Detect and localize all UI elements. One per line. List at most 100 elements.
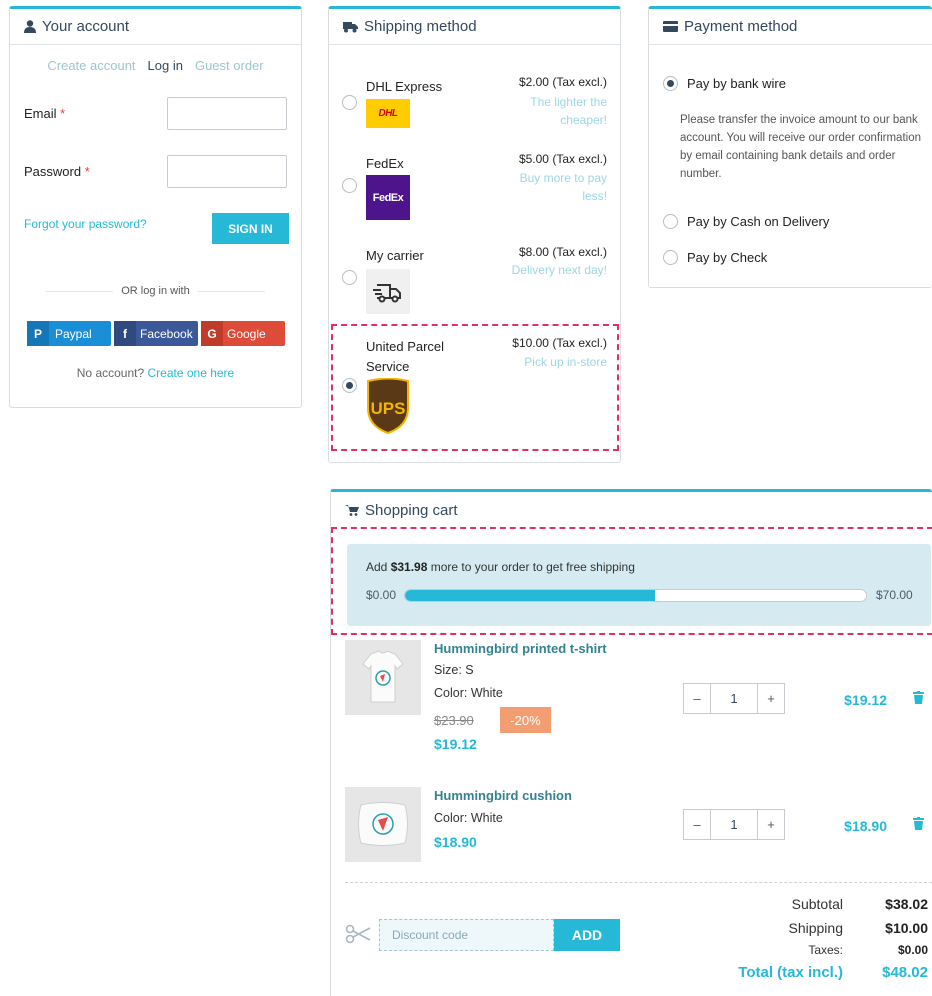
tab-log-in[interactable]: Log in — [148, 58, 183, 73]
product-price: $19.12 — [434, 736, 477, 752]
qty-input[interactable]: 1 — [710, 810, 758, 839]
progress-max-label: $70.00 — [876, 588, 913, 602]
carrier-radio[interactable] — [342, 270, 357, 285]
carrier-delay: The lighter the cheaper! — [530, 95, 607, 127]
carrier-radio[interactable] — [342, 178, 357, 193]
add-discount-button[interactable]: ADD — [554, 919, 620, 951]
paypal-button[interactable]: P Paypal — [27, 321, 111, 346]
cart-divider — [345, 882, 932, 883]
facebook-button[interactable]: f Facebook — [114, 321, 198, 346]
shipping-panel: Shipping method DHL Express $2.00 (Tax e… — [328, 6, 621, 463]
carrier-name: United Parcel Service — [366, 339, 445, 374]
payment-radio[interactable] — [663, 250, 678, 265]
paypal-icon: P — [27, 321, 49, 346]
subtotal-label: Subtotal — [791, 896, 843, 912]
forgot-password-link[interactable]: Forgot your password? — [24, 217, 147, 231]
no-account-text: No account? Create one here — [76, 366, 235, 380]
carrier-name: DHL Express — [366, 79, 443, 94]
ups-logo: UPS — [366, 377, 410, 436]
free-shipping-text: Add $31.98 more to your order to get fre… — [366, 560, 635, 574]
shipping-title: Shipping method — [364, 18, 477, 35]
discount-code-input[interactable]: Discount code — [379, 919, 554, 951]
email-field[interactable] — [167, 97, 287, 130]
email-label: Email * — [24, 106, 66, 121]
carrier-delay: Delivery next day! — [511, 263, 607, 277]
tab-guest-order[interactable]: Guest order — [195, 58, 264, 73]
line-total: $18.90 — [844, 818, 887, 834]
payment-header: Payment method — [649, 9, 932, 45]
payment-label: Pay by Cash on Delivery — [687, 214, 830, 229]
carrier-price: $5.00 (Tax excl.) — [518, 152, 607, 166]
product-price: $18.90 — [434, 834, 477, 850]
account-panel: Your account Create account Log in Guest… — [9, 6, 302, 408]
dhl-logo: DHL — [366, 99, 410, 128]
cart-panel: Shopping cart Add $31.98 more to your or… — [330, 489, 932, 996]
product-image-cushion[interactable] — [345, 787, 421, 862]
user-icon — [24, 20, 36, 33]
create-account-link[interactable]: Create one here — [148, 366, 235, 380]
payment-radio[interactable] — [663, 214, 678, 229]
quantity-stepper: – 1 + — [683, 683, 785, 714]
email-row: Email * — [24, 97, 287, 130]
carrier-name: FedEx — [366, 156, 404, 171]
payment-option-bank-wire[interactable]: Pay by bank wire — [663, 76, 786, 91]
trash-icon[interactable] — [913, 691, 924, 707]
carrier-delay: Buy more to pay less! — [519, 171, 607, 203]
credit-card-icon — [663, 21, 678, 32]
progress-min-label: $0.00 — [366, 588, 397, 602]
carrier-price: $8.00 (Tax excl.) — [518, 245, 607, 259]
account-header: Your account — [10, 9, 301, 45]
payment-radio-selected[interactable] — [663, 76, 678, 91]
scissors-icon — [345, 924, 371, 947]
tab-create-account[interactable]: Create account — [47, 58, 135, 73]
qty-input[interactable]: 1 — [710, 684, 758, 713]
carrier-price: $10.00 (Tax excl.) — [512, 336, 607, 350]
trash-icon[interactable] — [913, 817, 924, 833]
payment-option-cash-on-delivery[interactable]: Pay by Cash on Delivery — [663, 214, 829, 229]
carrier-radio[interactable] — [342, 95, 357, 110]
carrier-name: My carrier — [366, 248, 424, 263]
payment-label: Pay by bank wire — [687, 76, 786, 91]
carrier-ups[interactable]: United Parcel Service $10.00 (Tax excl.)… — [329, 334, 620, 444]
or-login-text: OR log in with — [113, 285, 198, 297]
facebook-icon: f — [114, 321, 136, 346]
product-name[interactable]: Hummingbird cushion — [434, 788, 572, 803]
password-row: Password * — [24, 155, 287, 188]
fedex-logo: FedEx — [366, 175, 410, 220]
payment-panel: Payment method Pay by bank wire Please t… — [648, 6, 932, 288]
carrier-my-carrier[interactable]: My carrier $8.00 (Tax excl.) Delivery ne… — [329, 241, 620, 317]
total-value: $48.02 — [882, 964, 928, 981]
regular-price: $23.90 — [434, 713, 474, 728]
payment-option-check[interactable]: Pay by Check — [663, 250, 767, 265]
qty-decrease-button[interactable]: – — [684, 810, 710, 839]
discount-badge: -20% — [500, 707, 551, 733]
product-name[interactable]: Hummingbird printed t-shirt — [434, 641, 607, 656]
total-label: Total (tax incl.) — [738, 964, 843, 981]
subtotal-value: $38.02 — [885, 896, 928, 912]
carrier-dhl[interactable]: DHL Express $2.00 (Tax excl.) The lighte… — [329, 71, 620, 141]
shipping-value: $10.00 — [885, 920, 928, 936]
progress-fill — [405, 590, 656, 601]
product-color: Color: White — [434, 686, 503, 700]
free-shipping-notice: Add $31.98 more to your order to get fre… — [347, 544, 931, 626]
account-tabs: Create account Log in Guest order — [10, 58, 301, 73]
quantity-stepper: – 1 + — [683, 809, 785, 840]
product-color: Color: White — [434, 811, 503, 825]
carrier-delay: Pick up in-store — [524, 355, 607, 369]
qty-increase-button[interactable]: + — [758, 810, 784, 839]
truck-icon — [343, 21, 358, 32]
sign-in-button[interactable]: SIGN IN — [212, 213, 289, 244]
payment-title: Payment method — [684, 18, 798, 35]
line-total: $19.12 — [844, 692, 887, 708]
qty-decrease-button[interactable]: – — [684, 684, 710, 713]
carrier-fedex[interactable]: FedEx $5.00 (Tax excl.) Buy more to pay … — [329, 149, 620, 227]
cart-icon — [345, 505, 359, 516]
google-button[interactable]: G Google — [201, 321, 285, 346]
cart-title: Shopping cart — [365, 501, 458, 519]
carrier-radio-selected[interactable] — [342, 378, 357, 393]
shipping-header: Shipping method — [329, 9, 620, 45]
truck-icon — [366, 269, 410, 314]
product-image-tshirt[interactable] — [345, 640, 421, 715]
password-field[interactable] — [167, 155, 287, 188]
qty-increase-button[interactable]: + — [758, 684, 784, 713]
